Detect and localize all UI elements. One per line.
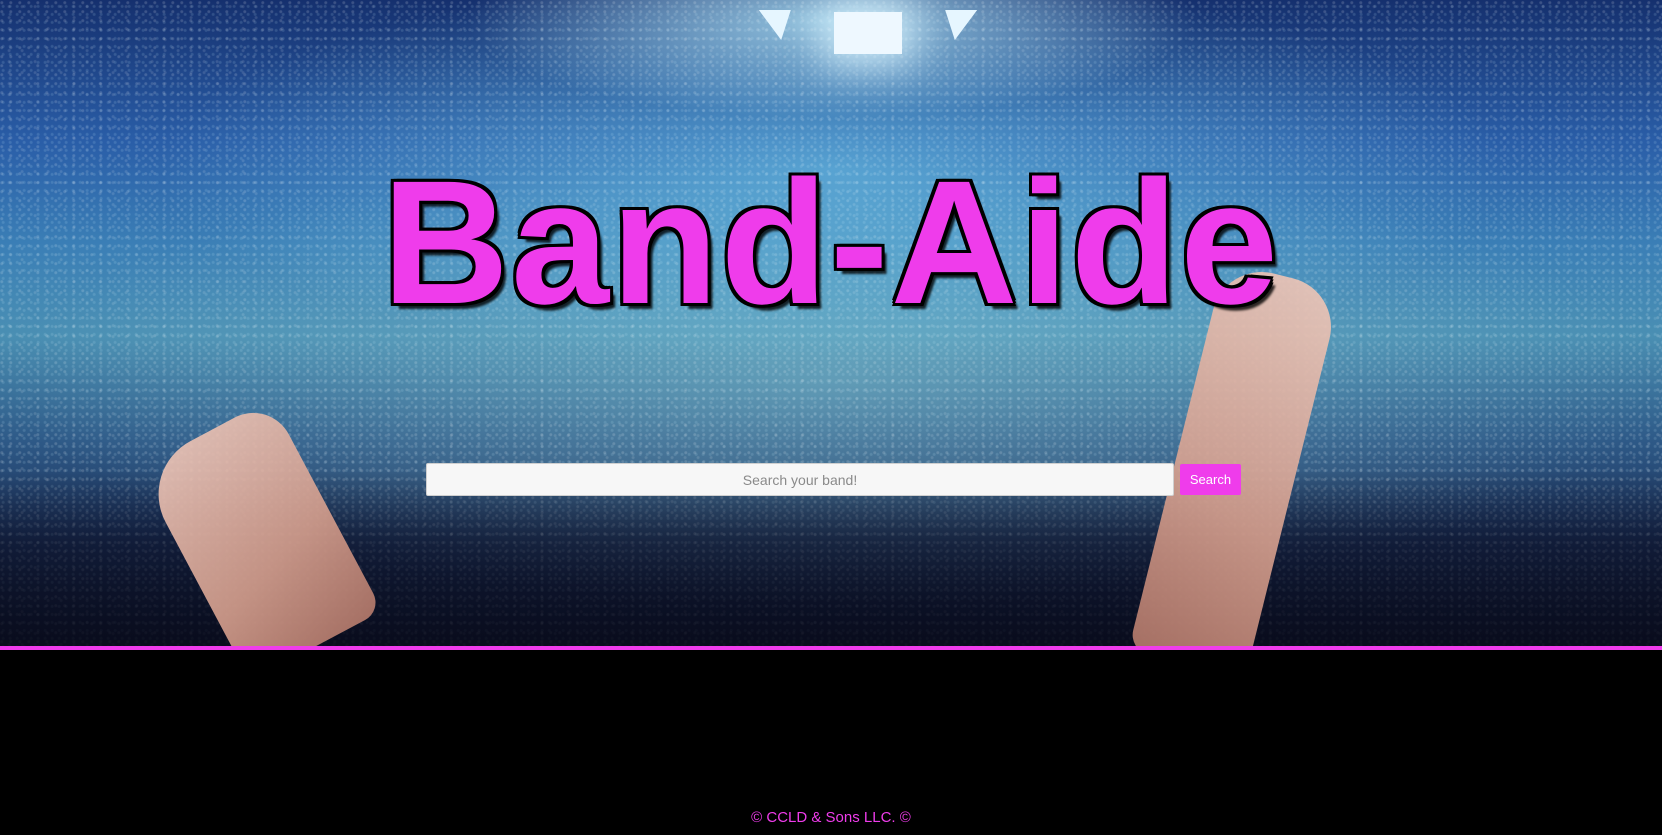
footer-copyright: © CCLD & Sons LLC. © [751, 809, 911, 826]
search-button[interactable]: Search [1180, 464, 1241, 495]
stage-light-left [758, 10, 798, 40]
stage-light-right [938, 10, 978, 40]
search-form: Search [426, 463, 1241, 496]
arena-screen [834, 12, 902, 54]
site-title: Band-Aide [382, 145, 1280, 341]
footer: © CCLD & Sons LLC. © [0, 650, 1662, 835]
hero-banner: Band-Aide Search [0, 0, 1662, 646]
search-input[interactable] [426, 463, 1174, 496]
